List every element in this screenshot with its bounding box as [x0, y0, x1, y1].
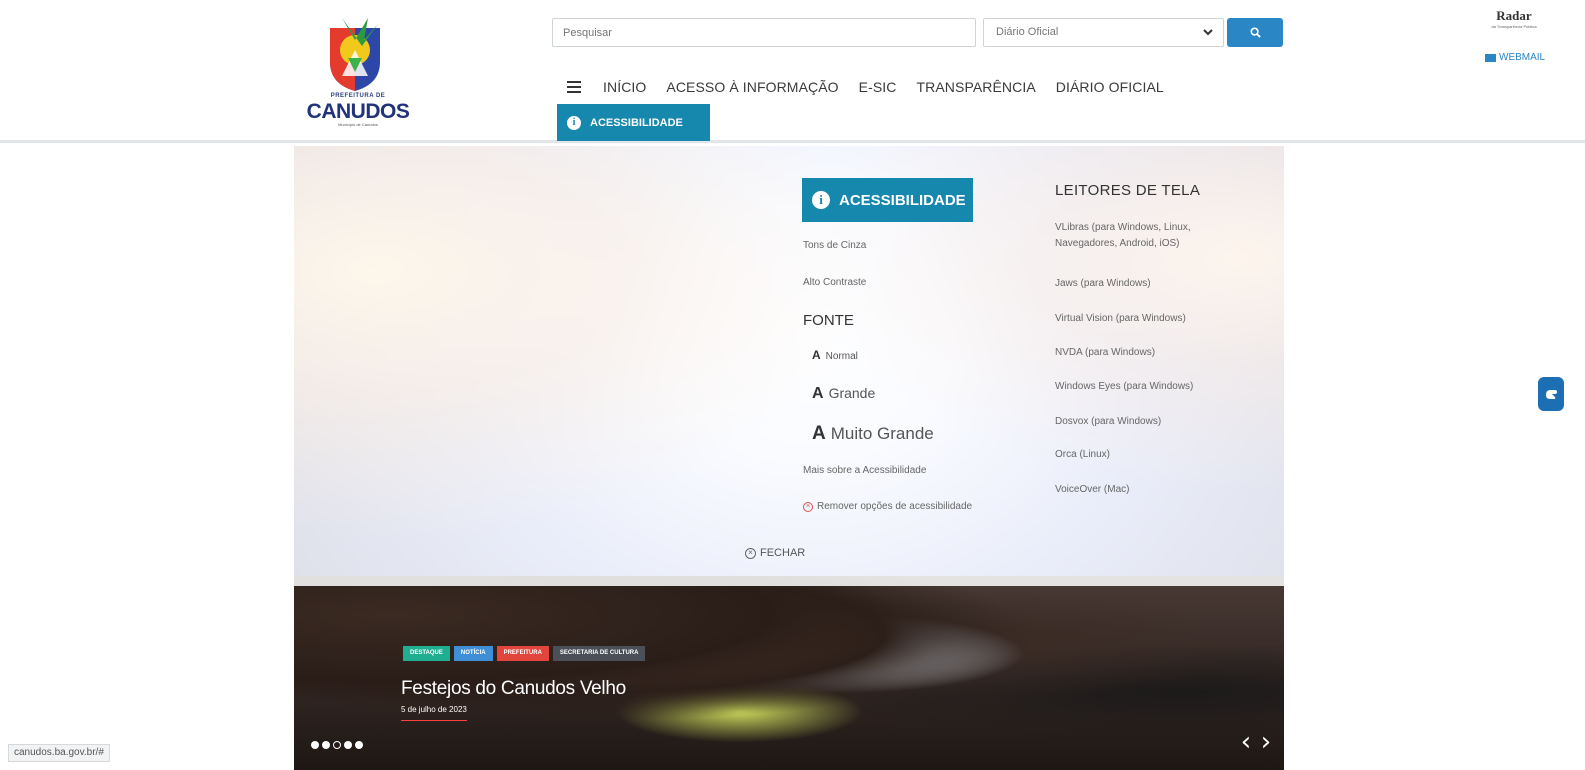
tag-secretaria-cultura[interactable]: SECRETARIA DE CULTURA	[552, 646, 646, 661]
more-accessibility-link[interactable]: Mais sobre a Acessibilidade	[803, 465, 926, 476]
font-section-title: FONTE	[803, 312, 854, 329]
accessibility-panel-title-text: ACESSIBILIDADE	[839, 191, 966, 209]
grayscale-link[interactable]: Tons de Cinza	[803, 240, 866, 251]
close-circle-icon: ×	[745, 547, 756, 559]
radar-title: Radar	[1496, 8, 1532, 23]
search-scope-value: Diário Oficial	[996, 26, 1059, 38]
hand-icon	[1546, 390, 1557, 399]
radar-transparencia-logo[interactable]: Radar da Transparência Pública	[1478, 8, 1550, 29]
slide-arrows: ‹ ›	[1236, 728, 1276, 758]
reader-link-dosvox[interactable]: Dosvox (para Windows)	[1055, 414, 1235, 430]
nav-item-inicio[interactable]: INÍCIO	[603, 79, 646, 95]
slide-dot-5[interactable]	[355, 741, 363, 749]
search-button[interactable]	[1227, 18, 1283, 47]
logo-prefix: PREFEITURA DE	[330, 93, 386, 99]
logo-name: CANUDOS	[306, 100, 410, 123]
info-icon: i	[567, 115, 581, 130]
search-scope-select[interactable]: Diário Oficial	[983, 18, 1224, 47]
slide-tags: DESTAQUE NOTÍCIA PREFEITURA SECRETARIA D…	[403, 646, 649, 661]
reader-link-voiceover[interactable]: VoiceOver (Mac)	[1055, 482, 1235, 498]
remove-accessibility-link[interactable]: × Remover opções de acessibilidade	[803, 501, 972, 512]
canudos-logo[interactable]: PREFEITURA DE CANUDOS Município de Canud…	[302, 14, 414, 127]
font-glyph: A	[812, 385, 824, 402]
accessibility-panel: i ACESSIBILIDADE Tons de Cinza Alto Cont…	[0, 146, 1585, 586]
font-large-option[interactable]: A Grande	[812, 385, 875, 403]
accessibility-tab[interactable]: i ACESSIBILIDADE	[557, 104, 710, 141]
crowd-photo	[294, 576, 1284, 770]
nav-item-esic[interactable]: E-SIC	[859, 79, 897, 95]
reader-link-orca[interactable]: Orca (Linux)	[1055, 447, 1235, 463]
chevron-down-icon	[1203, 29, 1213, 36]
main-nav: INÍCIO ACESSO À INFORMAÇÃO E-SIC TRANSPA…	[567, 76, 1184, 98]
reader-link-jaws[interactable]: Jaws (para Windows)	[1055, 276, 1235, 292]
coat-of-arms-icon	[330, 18, 380, 91]
search-input[interactable]	[552, 18, 976, 47]
tag-prefeitura[interactable]: PREFEITURA	[496, 646, 549, 661]
reader-link-nvda[interactable]: NVDA (para Windows)	[1055, 345, 1235, 361]
slide-dot-2[interactable]	[322, 741, 330, 749]
search-icon	[1249, 27, 1261, 38]
accessibility-panel-title: i ACESSIBILIDADE	[802, 178, 973, 222]
webmail-label: WEBMAIL	[1499, 52, 1546, 63]
slide-dot-1[interactable]	[311, 741, 319, 749]
radar-subtitle: da Transparência Pública	[1491, 24, 1537, 29]
font-large-label: Grande	[828, 385, 876, 401]
reader-link-windows-eyes[interactable]: Windows Eyes (para Windows)	[1055, 379, 1235, 395]
slide-title[interactable]: Festejos do Canudos Velho	[401, 678, 626, 700]
slide-dot-3[interactable]	[333, 741, 341, 749]
vlibras-hand-icon[interactable]	[1538, 377, 1564, 411]
close-circle-icon: ×	[803, 501, 813, 512]
font-extra-large-label: Muito Grande	[830, 424, 934, 443]
envelope-icon	[1485, 53, 1496, 62]
tag-destaque[interactable]: DESTAQUE	[403, 646, 450, 661]
info-icon: i	[812, 191, 830, 209]
slide-dot-4[interactable]	[344, 741, 352, 749]
font-normal-label: Normal	[825, 351, 858, 362]
remove-accessibility-label: Remover opções de acessibilidade	[817, 501, 973, 512]
screen-readers-title: LEITORES DE TELA	[1055, 182, 1201, 199]
slide-date: 5 de julho de 2023	[401, 705, 467, 721]
accessibility-tab-label: ACESSIBILIDADE	[590, 116, 683, 129]
logo-tagline: Município de Canudos	[338, 122, 378, 127]
nav-item-acesso-informacao[interactable]: ACESSO À INFORMAÇÃO	[666, 79, 838, 95]
font-glyph: A	[812, 423, 826, 444]
close-panel-button[interactable]: × FECHAR	[745, 547, 805, 559]
chevron-left-icon[interactable]: ‹	[1236, 728, 1256, 758]
tag-noticia[interactable]: NOTÍCIA	[453, 646, 493, 661]
font-extra-large-option[interactable]: A Muito Grande	[812, 423, 934, 445]
site-header: PREFEITURA DE CANUDOS Município de Canud…	[0, 0, 1585, 143]
reader-link-vlibras[interactable]: VLibras (para Windows, Linux, Navegadore…	[1055, 220, 1235, 252]
font-glyph: A	[812, 348, 821, 362]
font-normal-option[interactable]: A Normal	[812, 348, 858, 362]
webmail-link[interactable]: WEBMAIL	[1485, 52, 1545, 63]
nav-item-transparencia[interactable]: TRANSPARÊNCIA	[917, 79, 1036, 95]
close-panel-label: FECHAR	[760, 547, 806, 559]
hamburger-icon[interactable]	[567, 81, 581, 93]
status-bar-url: canudos.ba.gov.br/#	[8, 744, 110, 762]
nav-item-diario-oficial[interactable]: DIÁRIO OFICIAL	[1056, 79, 1164, 95]
high-contrast-link[interactable]: Alto Contraste	[803, 277, 866, 288]
slide-pagination	[311, 741, 366, 749]
reader-link-virtual-vision[interactable]: Virtual Vision (para Windows)	[1055, 311, 1235, 327]
chevron-right-icon[interactable]: ›	[1256, 728, 1276, 758]
page: PREFEITURA DE CANUDOS Município de Canud…	[0, 0, 1585, 770]
